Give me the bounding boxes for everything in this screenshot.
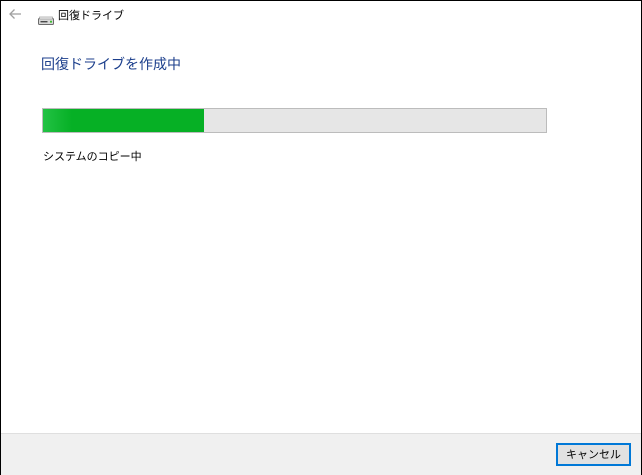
- status-text: システムのコピー中: [43, 150, 142, 163]
- footer-bar: キャンセル: [1, 433, 641, 475]
- progress-bar-fill: [43, 109, 204, 132]
- drive-icon: [38, 12, 54, 25]
- page-heading: 回復ドライブを作成中: [41, 57, 181, 73]
- cancel-button[interactable]: キャンセル: [556, 443, 631, 466]
- title-bar: 回復ドライブ: [1, 1, 641, 33]
- window-title: 回復ドライブ: [58, 9, 124, 22]
- recovery-drive-window: 回復ドライブ 回復ドライブを作成中 システムのコピー中 キャンセル: [0, 0, 642, 475]
- back-arrow-icon[interactable]: [7, 6, 23, 22]
- progress-bar: [42, 108, 547, 133]
